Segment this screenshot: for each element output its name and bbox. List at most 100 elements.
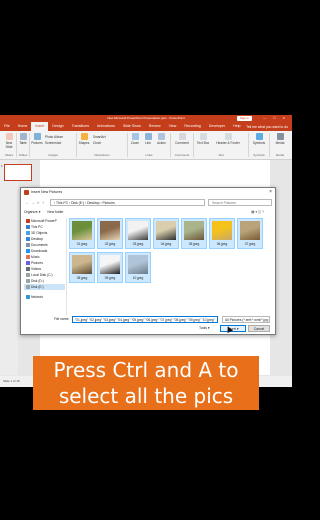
tab-design[interactable]: Design (48, 122, 67, 131)
nav-item-label: Downloads (31, 249, 48, 253)
new-folder-button[interactable]: New folder (47, 210, 63, 214)
slide-thumbnail[interactable] (4, 164, 32, 181)
file-thumbnail (72, 255, 92, 274)
text-box-label: Text Box (196, 141, 210, 145)
nav-item-label: Documents (31, 243, 48, 247)
tab-view[interactable]: View (165, 122, 181, 131)
sign-in-button[interactable]: Sign in (236, 116, 252, 121)
address-bar[interactable]: › This PC › Disk (E:) › Desktop › Pictur… (50, 199, 205, 206)
screenshot-button[interactable]: Screenshot (45, 141, 75, 145)
group-text: Text Box Header & Footer Text (194, 133, 249, 157)
picture-icon (26, 261, 30, 265)
file-name: 10.jpeg (132, 276, 144, 280)
file-item[interactable]: 08.jpeg (69, 252, 95, 283)
file-item[interactable]: 03.jpeg (125, 218, 151, 249)
symbols-label: Symbols (252, 141, 266, 145)
tab-developer[interactable]: Developer (205, 122, 229, 131)
up-icon[interactable]: ↑ (42, 199, 44, 207)
file-item[interactable]: 05.jpeg (181, 218, 207, 249)
smartart-button[interactable]: SmartArt (93, 135, 123, 139)
zoom-button[interactable]: Zoom (129, 133, 141, 145)
music-icon (26, 255, 30, 259)
file-item[interactable]: 02.jpeg (97, 218, 123, 249)
cancel-button[interactable]: Cancel (248, 325, 270, 332)
file-thumbnail (100, 255, 120, 274)
file-grid: 01.jpeg 02.jpeg 03.jpeg 04.jpeg 05.jpeg … (69, 218, 272, 315)
symbols-button[interactable]: Symbols (250, 133, 268, 145)
group-media: Media Media (270, 133, 290, 157)
file-thumbnail (212, 221, 232, 240)
shapes-label: Shapes (78, 141, 90, 145)
header-footer-button[interactable]: Header & Footer (213, 133, 243, 145)
nav-item-label: 3D Objects (31, 231, 48, 235)
pictures-button[interactable]: Pictures (31, 133, 43, 145)
file-item[interactable]: 04.jpeg (153, 218, 179, 249)
group-links: Zoom Link Action Links (128, 133, 171, 157)
tab-help[interactable]: Help (229, 122, 244, 131)
file-item[interactable]: 09.jpeg (97, 252, 123, 283)
file-thumbnail (100, 221, 120, 240)
action-label: Action (157, 141, 166, 145)
group-label-tables: Tables (18, 153, 28, 157)
file-item[interactable]: 10.jpeg (125, 252, 151, 283)
file-thumbnail (72, 221, 92, 240)
download-icon (26, 249, 30, 253)
file-name-input[interactable]: "01.jpeg" "02.jpeg" "03.jpeg" "04.jpeg" … (72, 316, 218, 323)
title-bar: New Microsoft PowerPoint Presentation.pp… (0, 115, 292, 122)
group-symbols: Symbols Symbols (249, 133, 270, 157)
tell-me-search[interactable]: Tell me what you want to do (246, 125, 292, 129)
tab-transitions[interactable]: Transitions (68, 122, 93, 131)
caption-banner: Press Ctrl and A to select all the pics (33, 356, 259, 410)
action-button[interactable]: Action (155, 133, 168, 145)
tab-slide-show[interactable]: Slide Show (119, 122, 145, 131)
text-box-button[interactable]: Text Box (195, 133, 211, 145)
tab-animations[interactable]: Animations (93, 122, 119, 131)
organize-button[interactable]: Organize ▾ (24, 210, 40, 214)
pane-divider[interactable] (66, 218, 67, 315)
file-name: 01.jpeg (76, 242, 88, 246)
nav-item-network[interactable]: Network (24, 294, 65, 300)
file-name: 06.jpeg (216, 242, 228, 246)
tab-insert[interactable]: Insert (31, 122, 49, 131)
file-item[interactable]: 06.jpeg (209, 218, 235, 249)
insert-button[interactable]: Insert ▾ (220, 325, 246, 332)
file-item[interactable]: 01.jpeg (69, 218, 95, 249)
tab-recording[interactable]: Recording (180, 122, 204, 131)
group-label-slides: Slides (4, 153, 14, 157)
file-name-label: File name: (54, 317, 70, 321)
action-icon (158, 133, 165, 140)
view-options-icon[interactable]: ▦ ▾ ◫ ? (251, 209, 264, 216)
drive-icon (26, 285, 30, 289)
window-controls[interactable]: — ☐ ✕ (263, 115, 288, 122)
shapes-icon (80, 133, 88, 140)
chevron-down-icon[interactable]: ˅ (37, 199, 39, 207)
shapes-button[interactable]: Shapes (78, 133, 90, 145)
file-name: 03.jpeg (132, 242, 144, 246)
forward-icon[interactable]: → (31, 199, 35, 207)
search-input[interactable]: Search Pictures (208, 199, 272, 206)
photo-album-button[interactable]: Photo Album (45, 135, 75, 139)
zoom-label: Zoom (130, 141, 140, 145)
new-slide-button[interactable]: New Slide (3, 133, 15, 149)
comment-button[interactable]: Comment (173, 133, 191, 145)
tab-file[interactable]: File (0, 122, 14, 131)
file-type-select[interactable]: All Pictures (*.emf;*.wmf;*.jpg; (222, 316, 270, 323)
dialog-toolbar: Organize ▾ New folder ▦ ▾ ◫ ? (24, 209, 272, 216)
link-button[interactable]: Link (142, 133, 154, 145)
close-icon[interactable]: × (269, 188, 272, 197)
table-button[interactable]: Table (18, 133, 28, 145)
file-name: 04.jpeg (160, 242, 172, 246)
video-icon (26, 267, 30, 271)
tab-review[interactable]: Review (145, 122, 165, 131)
nav-item-label: Pictures (31, 261, 43, 265)
media-button[interactable]: Media (271, 133, 289, 145)
chart-button[interactable]: Chart (93, 141, 123, 145)
group-slides: New Slide Slides (2, 133, 17, 157)
tools-button[interactable]: Tools ▾ (199, 325, 210, 332)
file-item[interactable]: 07.jpeg (237, 218, 263, 249)
link-label: Link (145, 141, 151, 145)
tab-home[interactable]: Home (14, 122, 32, 131)
nav-item-disk-e[interactable]: Disk (E:) (24, 284, 65, 290)
cube-icon (26, 231, 30, 235)
back-icon[interactable]: ← (25, 199, 29, 207)
